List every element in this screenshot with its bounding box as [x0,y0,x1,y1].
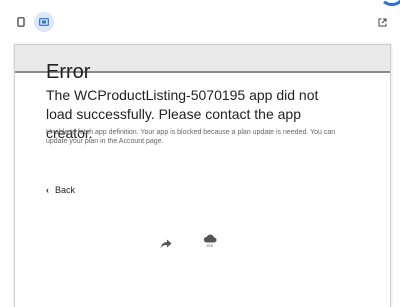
phone-icon [17,17,25,27]
cloud-icon [203,234,217,243]
back-button[interactable]: ‹ Back [46,185,75,195]
phone-view-button[interactable] [11,12,31,32]
share-arrow-icon [160,239,172,249]
open-external-button[interactable] [372,12,392,32]
error-detail: Unable to fetch app definition. Your app… [46,129,336,145]
cloud-label: JSS [206,243,214,248]
back-label: Back [55,185,76,195]
tablet-icon [39,18,49,26]
share-button[interactable] [160,236,174,249]
tablet-view-button[interactable] [34,12,54,32]
open-external-icon [378,18,386,26]
chevron-left-icon: ‹ [46,185,49,195]
cloud-button[interactable]: JSS [203,230,219,250]
preview-toolbar [0,0,400,42]
error-title: Error [46,61,91,83]
loading-arc-icon [380,0,400,6]
